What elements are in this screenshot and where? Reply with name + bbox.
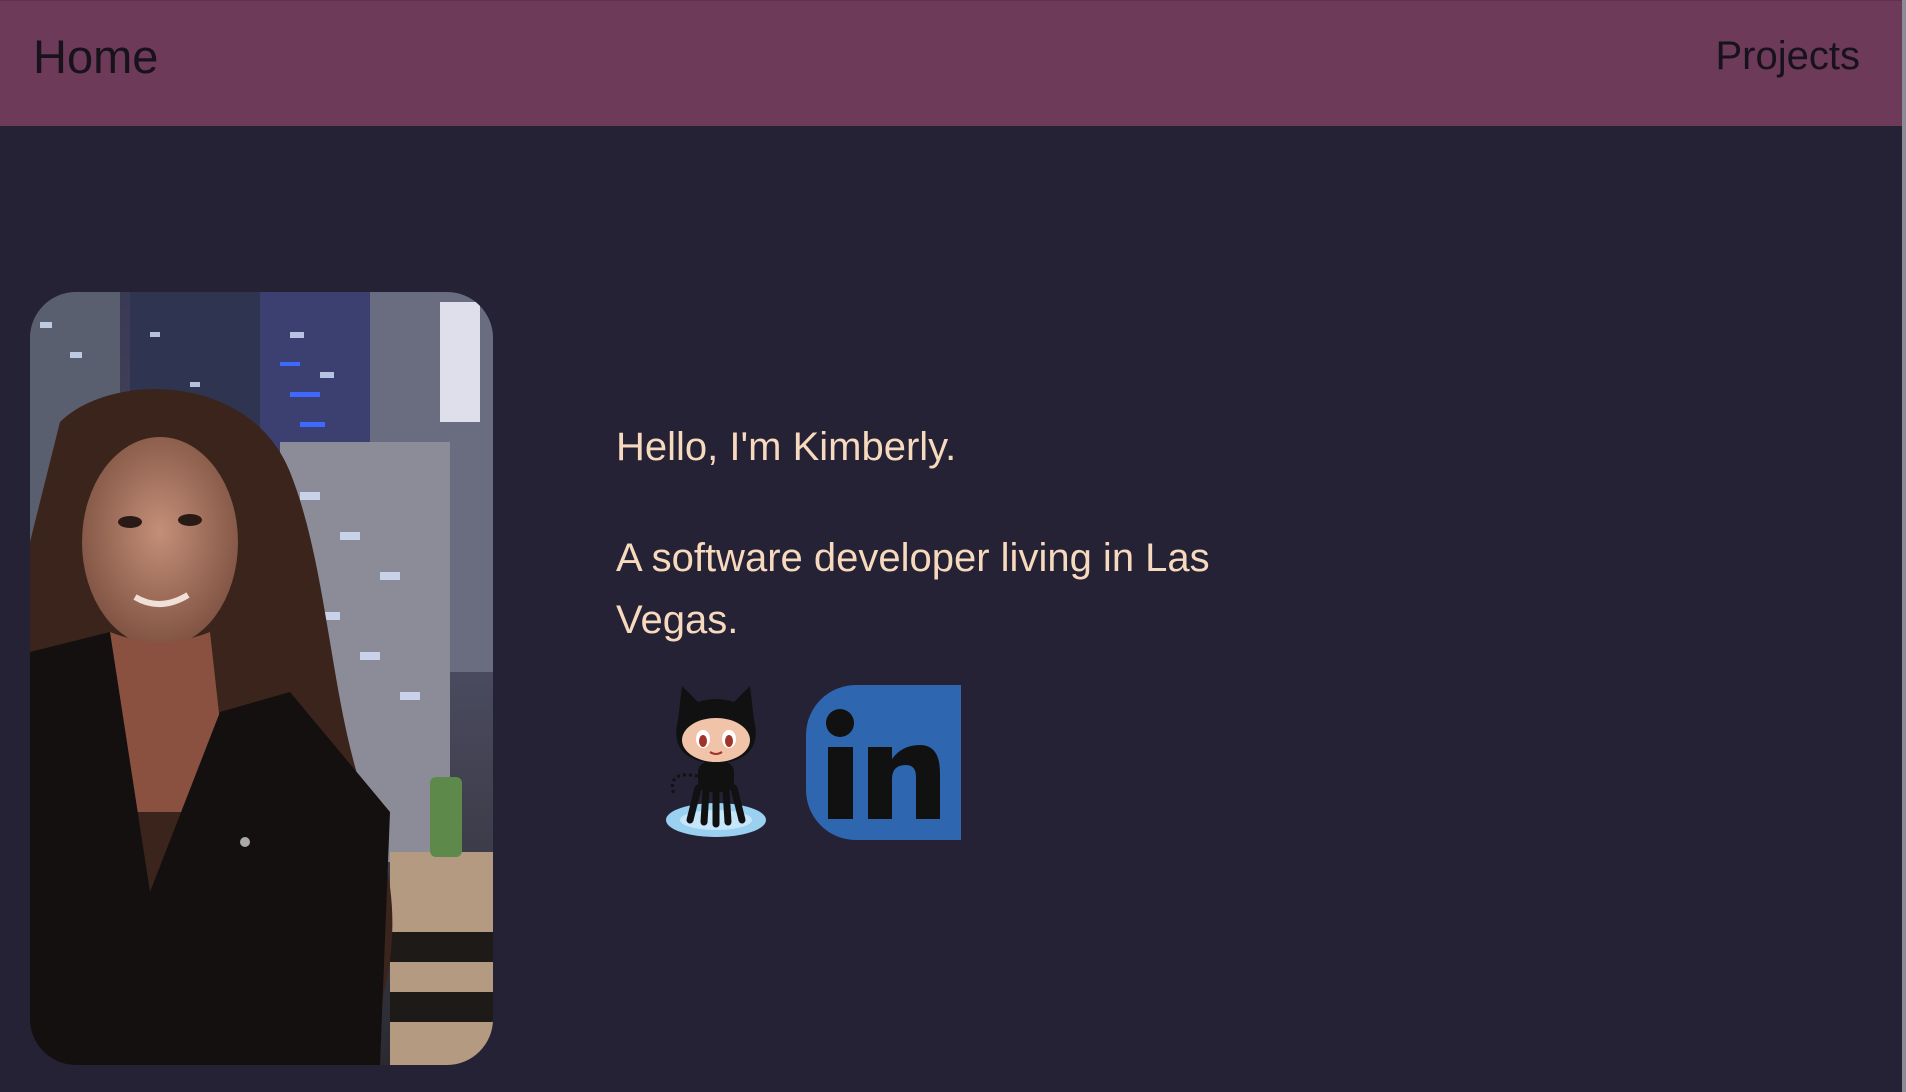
greeting-text: Hello, I'm Kimberly. bbox=[616, 425, 957, 469]
window-edge bbox=[1902, 0, 1906, 1092]
nav-projects-link[interactable]: Projects bbox=[1716, 34, 1861, 79]
nav-home-link[interactable]: Home bbox=[33, 29, 158, 84]
top-navbar: Home Projects bbox=[0, 0, 1902, 126]
linkedin-icon bbox=[806, 685, 961, 840]
github-link[interactable] bbox=[646, 680, 786, 840]
tagline-text: A software developer living in Las Vegas… bbox=[616, 536, 1210, 642]
profile-photo bbox=[30, 292, 493, 1065]
linkedin-link[interactable] bbox=[806, 685, 961, 840]
github-octocat-icon bbox=[666, 686, 766, 837]
